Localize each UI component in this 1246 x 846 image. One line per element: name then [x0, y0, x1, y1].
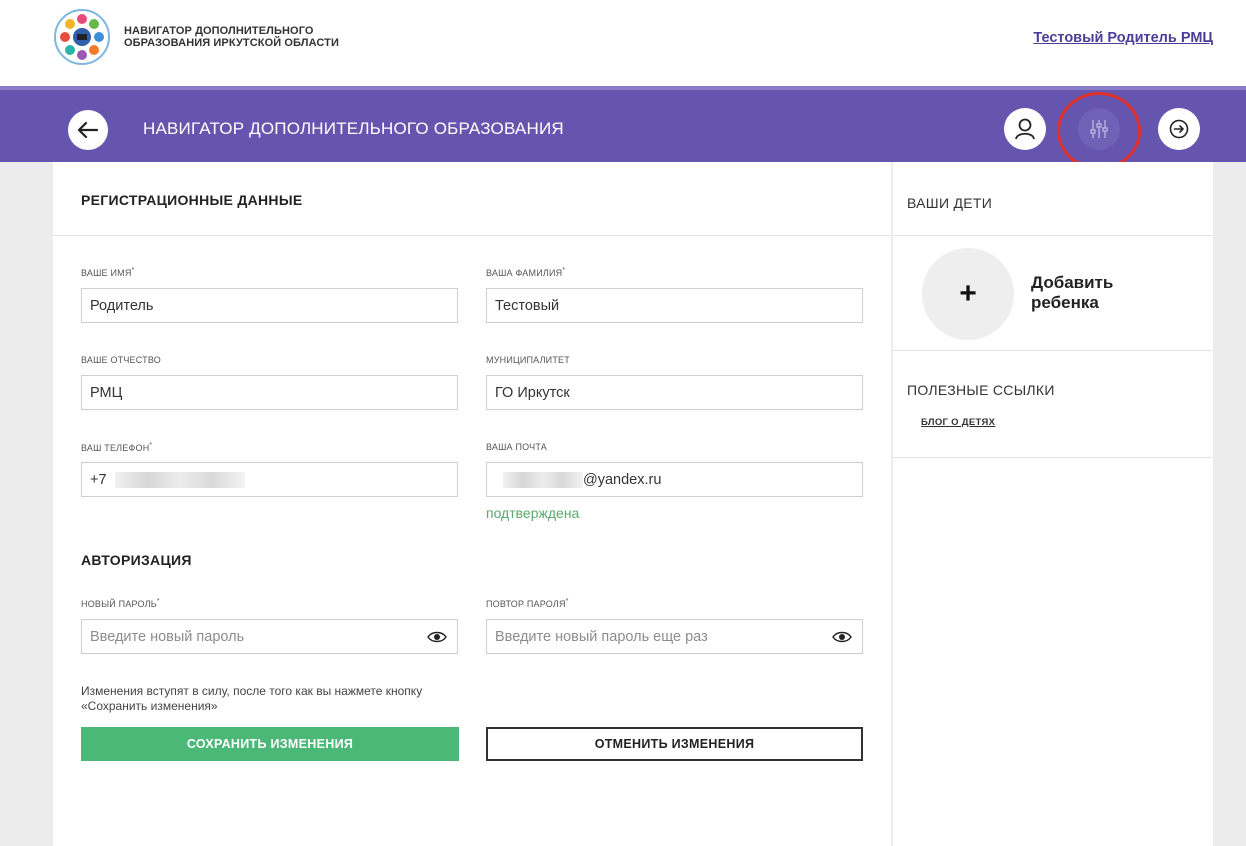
logo-text: НАВИГАТОР ДОПОЛНИТЕЛЬНОГО ОБРАЗОВАНИЯ ИР… [124, 25, 339, 49]
profile-button[interactable] [1004, 108, 1046, 150]
sidebar: ВАШИ ДЕТИ + Добавить ребенка ПОЛЕЗНЫЕ СС… [893, 162, 1213, 846]
logo-text-line-2: ОБРАЗОВАНИЯ ИРКУТСКОЙ ОБЛАСТИ [124, 37, 339, 49]
eye-icon[interactable] [427, 629, 447, 645]
registration-section-title: РЕГИСТРАЦИОННЫЕ ДАННЫЕ [81, 192, 303, 208]
top-header: НАВИГАТОР ДОПОЛНИТЕЛЬНОГО ОБРАЗОВАНИЯ ИР… [0, 0, 1246, 86]
redacted-phone [114, 471, 245, 488]
email-confirmed-status: подтверждена [486, 505, 580, 521]
plus-icon: + [959, 277, 977, 310]
sidebar-divider [893, 235, 1213, 236]
sidebar-divider [893, 457, 1213, 458]
add-child-button[interactable]: + [922, 248, 1014, 340]
municipality-select[interactable]: ГО Иркутск [486, 375, 863, 410]
email-input[interactable]: @yandex.ru [486, 462, 863, 497]
repeat-password-label: ПОВТОР ПАРОЛЯ* [486, 598, 569, 609]
last-name-label: ВАША ФАМИЛИЯ* [486, 267, 566, 278]
municipality-label: МУНИЦИПАЛИТЕТ [486, 355, 570, 365]
logo-emblem-icon [54, 9, 110, 65]
user-profile-link[interactable]: Тестовый Родитель РМЦ [1033, 30, 1213, 46]
nav-title: НАВИГАТОР ДОПОЛНИТЕЛЬНОГО ОБРАЗОВАНИЯ [143, 119, 564, 138]
children-section-title: ВАШИ ДЕТИ [907, 195, 993, 211]
logout-button[interactable] [1158, 108, 1200, 150]
eye-icon[interactable] [832, 629, 852, 645]
arrow-left-icon [77, 121, 99, 139]
logo-text-line-1: НАВИГАТОР ДОПОЛНИТЕЛЬНОГО [124, 25, 314, 37]
highlight-circle [1057, 92, 1141, 170]
exit-icon [1169, 119, 1189, 139]
new-password-input[interactable]: Введите новый пароль [81, 619, 458, 654]
logo[interactable] [46, 8, 118, 66]
first-name-input[interactable]: Родитель [81, 288, 458, 323]
navigation-bar: НАВИГАТОР ДОПОЛНИТЕЛЬНОГО ОБРАЗОВАНИЯ [0, 86, 1246, 170]
redacted-email [503, 471, 583, 488]
profile-form-panel: РЕГИСТРАЦИОННЫЕ ДАННЫЕ ВАШЕ ИМЯ* Родител… [53, 162, 891, 846]
section-divider [53, 235, 891, 236]
new-password-label: НОВЫЙ ПАРОЛЬ* [81, 598, 160, 609]
user-icon [1015, 118, 1035, 140]
patronymic-input[interactable]: РМЦ [81, 375, 458, 410]
authorization-section-title: АВТОРИЗАЦИЯ [81, 552, 192, 568]
first-name-label: ВАШЕ ИМЯ* [81, 267, 135, 278]
back-button[interactable] [68, 110, 108, 150]
blog-link[interactable]: БЛОГ О ДЕТЯХ [921, 417, 995, 428]
phone-input[interactable]: +7 [81, 462, 458, 497]
add-child-label[interactable]: Добавить ребенка [1031, 273, 1171, 313]
last-name-input[interactable]: Тестовый [486, 288, 863, 323]
patronymic-label: ВАШЕ ОТЧЕСТВО [81, 355, 161, 365]
useful-links-title: ПОЛЕЗНЫЕ ССЫЛКИ [907, 382, 1055, 398]
phone-label: ВАШ ТЕЛЕФОН* [81, 442, 153, 453]
email-label: ВАША ПОЧТА [486, 442, 547, 452]
cancel-changes-button[interactable]: ОТМЕНИТЬ ИЗМЕНЕНИЯ [486, 727, 863, 761]
changes-note: Изменения вступят в силу, после того как… [81, 684, 423, 713]
sidebar-divider [893, 350, 1213, 351]
save-changes-button[interactable]: СОХРАНИТЬ ИЗМЕНЕНИЯ [81, 727, 459, 761]
repeat-password-input[interactable]: Введите новый пароль еще раз [486, 619, 863, 654]
